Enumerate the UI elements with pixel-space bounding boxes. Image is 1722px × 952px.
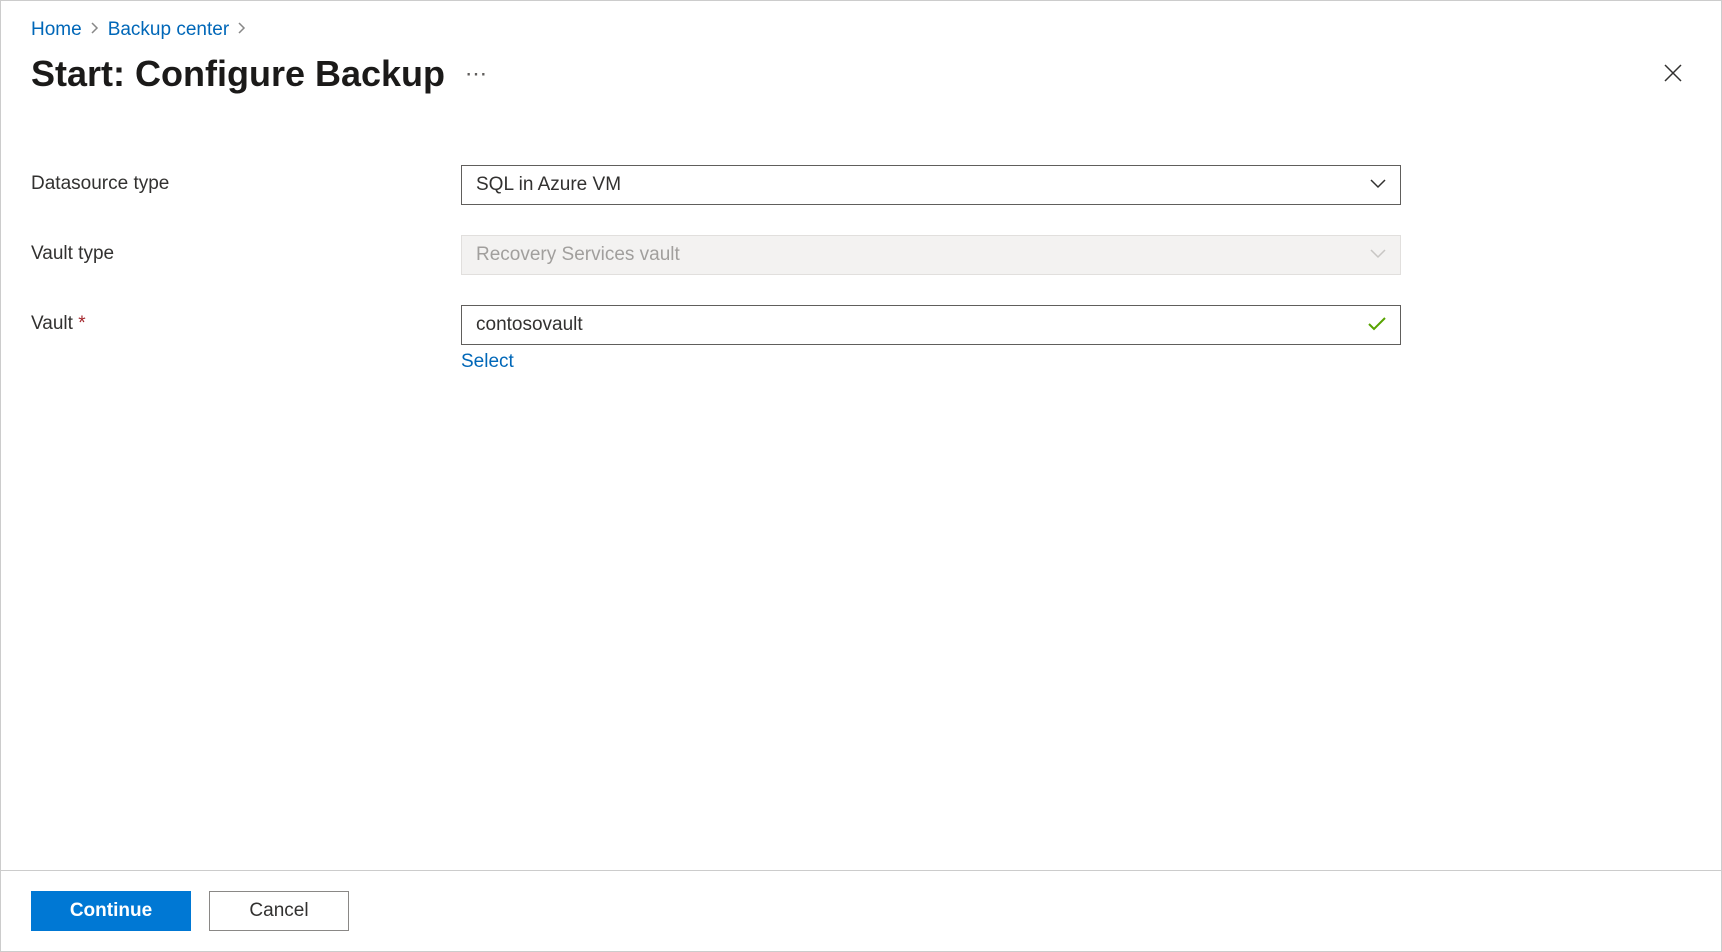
vault-label: Vault *	[31, 305, 461, 335]
breadcrumb-home-link[interactable]: Home	[31, 19, 82, 41]
vault-select-link[interactable]: Select	[461, 351, 514, 373]
breadcrumb-backup-center-link[interactable]: Backup center	[108, 19, 229, 41]
datasource-type-label: Datasource type	[31, 165, 461, 195]
chevron-down-icon	[1370, 246, 1386, 264]
required-marker: *	[78, 313, 85, 334]
datasource-type-value: SQL in Azure VM	[476, 174, 621, 196]
breadcrumb: Home Backup center	[31, 19, 1691, 41]
checkmark-icon	[1368, 314, 1386, 337]
cancel-button[interactable]: Cancel	[209, 891, 349, 931]
datasource-type-select[interactable]: SQL in Azure VM	[461, 165, 1401, 205]
chevron-right-icon	[90, 21, 100, 39]
chevron-down-icon	[1370, 176, 1386, 194]
page-title: Start: Configure Backup	[31, 53, 445, 95]
vault-type-label: Vault type	[31, 235, 461, 265]
vault-type-select: Recovery Services vault	[461, 235, 1401, 275]
vault-input[interactable]: contosovault	[461, 305, 1401, 345]
chevron-right-icon	[237, 21, 247, 39]
close-button[interactable]	[1655, 54, 1691, 94]
continue-button[interactable]: Continue	[31, 891, 191, 931]
more-actions-icon[interactable]: ⋯	[465, 61, 489, 87]
footer: Continue Cancel	[1, 870, 1721, 951]
vault-value: contosovault	[476, 314, 583, 336]
vault-type-value: Recovery Services vault	[476, 244, 680, 266]
